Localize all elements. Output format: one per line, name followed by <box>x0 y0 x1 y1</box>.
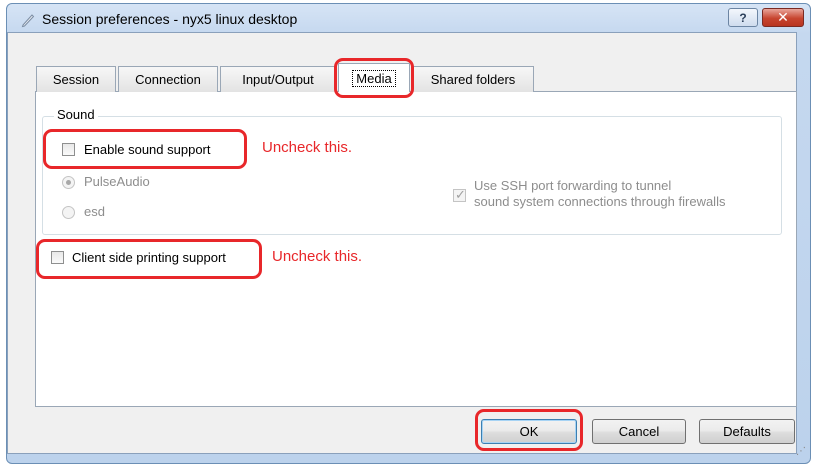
ssh-forwarding-label-line2[interactable]: sound system connections through firewal… <box>474 194 725 209</box>
esd-label[interactable]: esd <box>84 204 105 219</box>
close-button[interactable]: ✕ <box>762 8 804 27</box>
check-mark-icon: ✓ <box>455 187 466 202</box>
pencil-icon <box>21 14 35 28</box>
cancel-button[interactable]: Cancel <box>592 419 686 444</box>
window-title: Session preferences - nyx5 linux desktop <box>42 11 298 27</box>
annotation-sound-note: Uncheck this. <box>262 139 353 156</box>
annotation-highlight-ok-button <box>475 409 583 451</box>
tab-media[interactable]: Media <box>338 63 410 92</box>
annotation-highlight-printing-checkbox <box>36 239 262 279</box>
tab-label: Session <box>52 72 100 87</box>
esd-radio[interactable] <box>62 206 75 219</box>
annotation-highlight-sound-checkbox <box>43 129 247 169</box>
tab-label: Input/Output <box>242 72 314 87</box>
tab-session[interactable]: Session <box>36 66 116 92</box>
ssh-forwarding-checkbox[interactable]: ✓ <box>453 187 466 202</box>
tab-input-output[interactable]: Input/Output <box>220 66 336 92</box>
tab-label: Connection <box>135 72 201 87</box>
sound-group-legend: Sound <box>54 107 98 122</box>
tab-label: Media <box>352 69 396 87</box>
ssh-forwarding-label-line1[interactable]: Use SSH port forwarding to tunnel <box>474 178 671 193</box>
pulseaudio-label[interactable]: PulseAudio <box>84 174 150 189</box>
annotation-printing-note: Uncheck this. <box>272 248 363 265</box>
resize-grip-icon[interactable]: ⋰ <box>796 446 806 457</box>
pulseaudio-radio[interactable] <box>62 176 75 189</box>
help-button[interactable]: ? <box>728 8 758 27</box>
tab-shared-folders[interactable]: Shared folders <box>412 66 534 92</box>
defaults-button[interactable]: Defaults <box>699 419 795 444</box>
tab-label: Shared folders <box>430 72 516 87</box>
tab-connection[interactable]: Connection <box>118 66 218 92</box>
